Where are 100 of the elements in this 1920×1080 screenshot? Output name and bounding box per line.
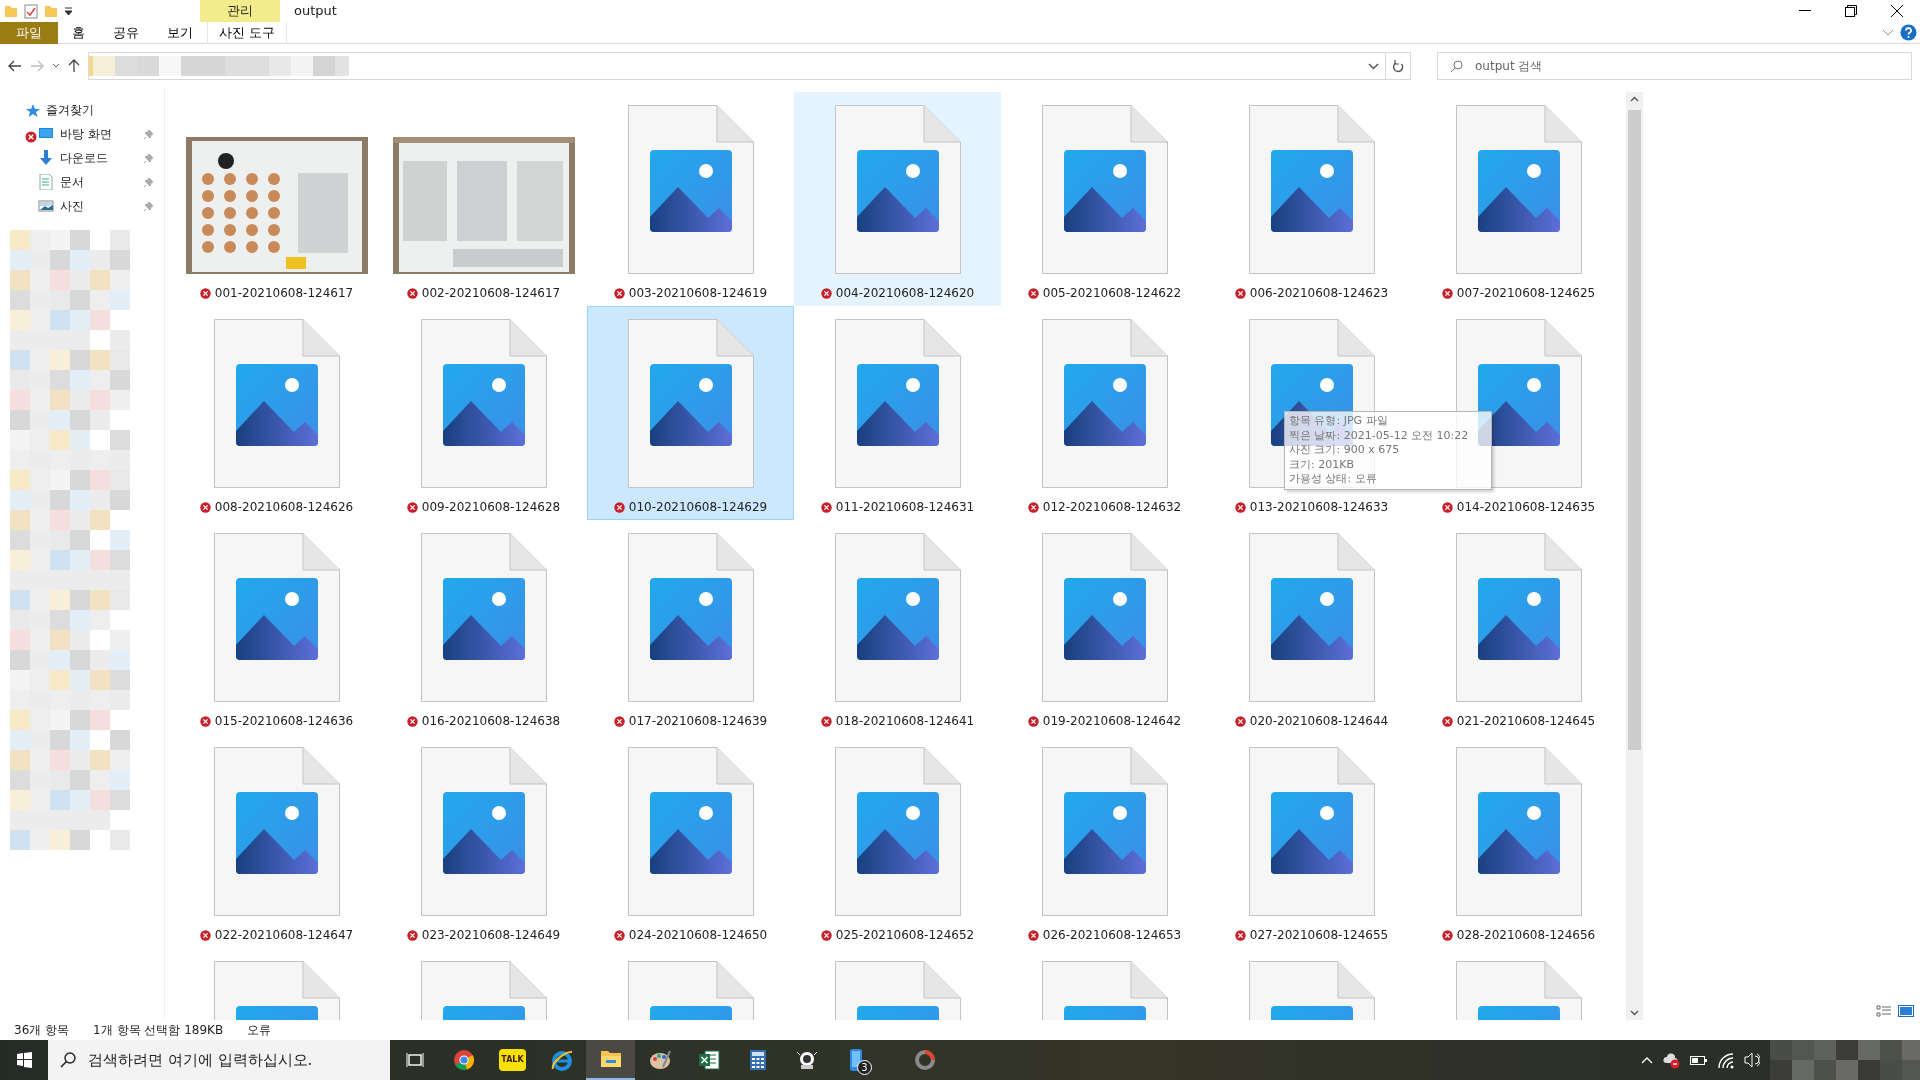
image-file-icon[interactable]: [627, 319, 754, 488]
file-name[interactable]: 009-20210608-124628: [421, 498, 561, 516]
file-name[interactable]: 016-20210608-124638: [421, 712, 561, 730]
ribbon-tab[interactable]: 사진 도구: [207, 22, 287, 44]
file-name[interactable]: 003-20210608-124619: [628, 284, 768, 302]
back-icon[interactable]: [8, 60, 22, 72]
volume-icon[interactable]: [1744, 1051, 1760, 1069]
image-file-icon[interactable]: [1248, 533, 1375, 702]
file-name[interactable]: 014-20210608-124635: [1456, 498, 1596, 516]
image-file-icon[interactable]: [420, 533, 547, 702]
close-icon: [1890, 4, 1904, 18]
file-item[interactable]: 004-20210608-124620: [794, 92, 1001, 306]
file-name[interactable]: 018-20210608-124641: [835, 712, 975, 730]
file-name[interactable]: 023-20210608-124649: [421, 926, 561, 944]
search-icon: [60, 1052, 76, 1068]
image-file-icon[interactable]: [1041, 319, 1168, 488]
dropdown-icon[interactable]: [64, 6, 73, 16]
up-icon[interactable]: [68, 59, 80, 73]
image-file-icon[interactable]: [1248, 747, 1375, 916]
tooltip-text: 사진 크기: 900 x 675: [1289, 443, 1401, 458]
history-dropdown-icon[interactable]: [1368, 62, 1379, 70]
file-name[interactable]: 017-20210608-124639: [628, 712, 768, 730]
taskbar-app[interactable]: 3: [831, 1040, 880, 1080]
file-name[interactable]: 013-20210608-124633: [1249, 498, 1389, 516]
file-name[interactable]: 015-20210608-124636: [214, 712, 354, 730]
image-file-icon[interactable]: [1041, 105, 1168, 274]
image-file-icon[interactable]: [834, 319, 961, 488]
help-icon[interactable]: [1900, 24, 1917, 41]
file-name[interactable]: 005-20210608-124622: [1042, 284, 1182, 302]
status-text: 36개 항목: [14, 1022, 70, 1039]
file-name[interactable]: 006-20210608-124623: [1249, 284, 1389, 302]
image-file-icon[interactable]: [627, 533, 754, 702]
ribbon-tab[interactable]: 파일: [0, 22, 58, 44]
count-badge: 3: [857, 1060, 872, 1075]
file-name[interactable]: 012-20210608-124632: [1042, 498, 1182, 516]
image-file-icon[interactable]: [213, 747, 340, 916]
chevron-up-icon[interactable]: [1641, 1056, 1653, 1064]
image-file-icon[interactable]: [627, 747, 754, 916]
file-name[interactable]: 001-20210608-124617: [214, 284, 354, 302]
ribbon-tab[interactable]: 홈: [58, 22, 99, 44]
download-icon: [38, 150, 54, 166]
file-name[interactable]: 004-20210608-124620: [835, 284, 975, 302]
file-name[interactable]: 020-20210608-124644: [1249, 712, 1389, 730]
image-file-icon[interactable]: [420, 747, 547, 916]
sidebar-item[interactable]: 문서: [60, 173, 84, 191]
details-view-icon[interactable]: [1876, 1005, 1892, 1017]
image-file-icon[interactable]: [1455, 747, 1582, 916]
image-file-icon[interactable]: [834, 105, 961, 274]
sidebar-header[interactable]: 즐겨찾기: [46, 101, 94, 119]
image-file-icon[interactable]: [1455, 105, 1582, 274]
ribbon-tab[interactable]: 보기: [153, 22, 207, 44]
search-field[interactable]: output 검색: [1437, 52, 1912, 80]
image-file-icon[interactable]: [627, 105, 754, 274]
ribbon-tab[interactable]: 공유: [99, 22, 153, 44]
image-file-icon[interactable]: [1041, 533, 1168, 702]
tooltip-text: 찍은 날짜: 2021-05-12 오전 10:22: [1289, 428, 1470, 443]
sidebar-item[interactable]: 사진: [60, 197, 84, 215]
file-name[interactable]: 002-20210608-124617: [421, 284, 561, 302]
large-icons-view-icon[interactable]: [1898, 1005, 1914, 1017]
image-file-icon[interactable]: [1248, 105, 1375, 274]
image-file-icon[interactable]: [834, 747, 961, 916]
search-field[interactable]: 검색하려면 여기에 입력하십시오.: [48, 1040, 390, 1080]
scrollbar[interactable]: [1626, 92, 1643, 1020]
file-name[interactable]: 019-20210608-124642: [1042, 712, 1182, 730]
image-file-icon[interactable]: [420, 319, 547, 488]
task-view-icon: [405, 1052, 424, 1068]
file-name[interactable]: 022-20210608-124647: [214, 926, 354, 944]
taskbar-app[interactable]: TALK: [488, 1040, 537, 1080]
file-name[interactable]: 011-20210608-124631: [835, 498, 975, 516]
refresh-icon[interactable]: [1392, 59, 1404, 73]
browser-icon: [452, 1049, 475, 1071]
file-name[interactable]: 027-20210608-124655: [1249, 926, 1389, 944]
scroll-up-icon[interactable]: [1630, 96, 1639, 102]
image-file-icon[interactable]: [1455, 533, 1582, 702]
file-name[interactable]: 025-20210608-124652: [835, 926, 975, 944]
file-item[interactable]: 010-20210608-124629: [587, 306, 794, 520]
image-file-icon[interactable]: [213, 319, 340, 488]
wifi-icon[interactable]: [1717, 1051, 1734, 1069]
image-file-icon[interactable]: [1041, 747, 1168, 916]
scroll-thumb[interactable]: [1628, 110, 1641, 750]
sidebar-item[interactable]: 다운로드: [60, 149, 108, 167]
file-name[interactable]: 028-20210608-124656: [1456, 926, 1596, 944]
file-name[interactable]: 010-20210608-124629: [628, 498, 768, 516]
file-name[interactable]: 021-20210608-124645: [1456, 712, 1596, 730]
sidebar-item[interactable]: 바탕 화면: [60, 125, 112, 143]
search-icon: [1450, 59, 1463, 73]
expand-ribbon-icon[interactable]: [1882, 28, 1894, 37]
folder-icon: [4, 4, 18, 18]
recent-locations-icon[interactable]: [52, 63, 60, 69]
image-file-icon[interactable]: [213, 533, 340, 702]
image-file-icon[interactable]: [834, 533, 961, 702]
cloud-error-icon[interactable]: [1663, 1051, 1680, 1069]
properties-icon[interactable]: [24, 3, 38, 19]
file-name[interactable]: 026-20210608-124653: [1042, 926, 1182, 944]
scroll-down-icon[interactable]: [1630, 1010, 1639, 1016]
battery-icon[interactable]: [1690, 1053, 1707, 1067]
taskbar-app[interactable]: [586, 1040, 635, 1080]
file-name[interactable]: 024-20210608-124650: [628, 926, 768, 944]
file-name[interactable]: 007-20210608-124625: [1456, 284, 1596, 302]
file-name[interactable]: 008-20210608-124626: [214, 498, 354, 516]
